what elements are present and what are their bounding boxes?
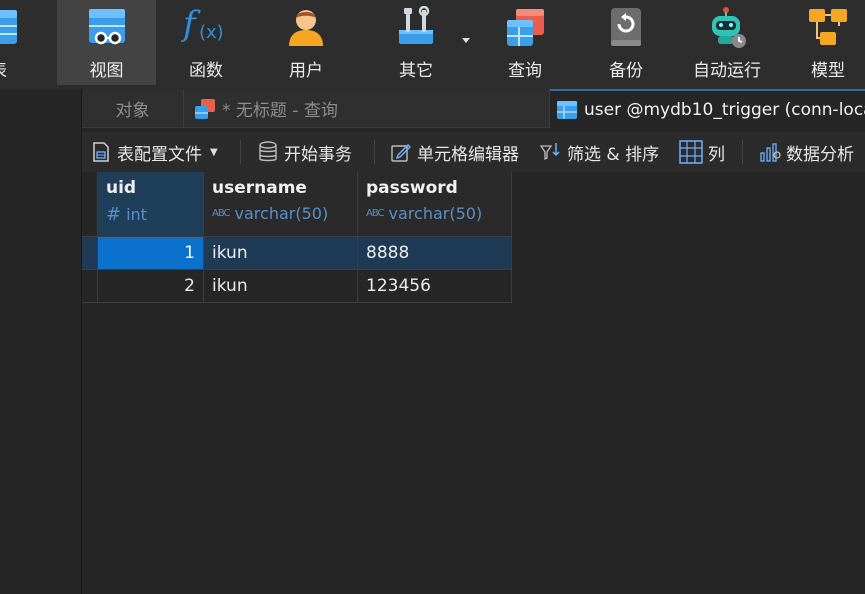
columns-button[interactable]: 列 (679, 132, 725, 172)
row-indicator[interactable] (82, 270, 98, 303)
toolbar-backup-button[interactable]: 备份 (578, 0, 674, 85)
table-row[interactable]: 2 ikun 123456 (82, 270, 512, 303)
tab-objects-label: 对象 (115, 101, 150, 121)
tools-icon (399, 6, 433, 44)
toolbar-automation-label: 自动运行 (693, 61, 761, 81)
data-analysis-label: 数据分析 (786, 144, 854, 165)
toolbar-table-label: 表 (0, 56, 32, 81)
toolbar-view-label: 视图 (89, 61, 124, 81)
column-name: uid (106, 178, 137, 198)
cell-username[interactable]: ikun (204, 270, 358, 303)
column-type: # int (106, 204, 147, 225)
columns-icon (679, 140, 703, 164)
toolbar-backup-label: 备份 (609, 61, 643, 81)
toolbar-view-button[interactable]: 视图 (57, 0, 156, 85)
view-icon (88, 9, 125, 45)
cell-editor-button[interactable]: 单元格编辑器 (390, 132, 519, 172)
profile-button[interactable]: 表配置文件 ▼ (90, 132, 218, 172)
table-row[interactable]: 1 ikun 8888 (82, 237, 512, 270)
tab-query[interactable]: * 无标题 - 查询 (184, 89, 550, 128)
text-type-icon: ABC (212, 208, 230, 219)
column-name: username (212, 178, 307, 198)
function-icon: f (x) (183, 4, 224, 44)
toolbar-other-label: 其它 (399, 61, 433, 81)
tab-table-label: user @mydb10_trigger (conn-local... (584, 99, 865, 120)
filter-sort-button[interactable]: 筛选 & 排序 (540, 132, 659, 172)
toolbar-query-label: 查询 (508, 61, 542, 81)
column-name: password (366, 178, 458, 198)
database-icon (259, 141, 277, 162)
separator (742, 140, 743, 164)
column-type: ABC varchar(50) (366, 204, 483, 223)
column-header-password[interactable]: password ABC varchar(50) (358, 172, 512, 237)
filter-icon (540, 143, 560, 161)
cell-uid[interactable]: 2 (98, 270, 204, 303)
model-icon (809, 9, 847, 45)
cell-uid[interactable]: 1 (98, 237, 204, 270)
column-header-uid[interactable]: uid # int (98, 172, 204, 237)
text-type-icon: ABC (366, 208, 384, 219)
query-icon (507, 9, 544, 46)
tab-bar: 对象 * 无标题 - 查询 user @mydb10_trigger (conn… (82, 89, 865, 128)
tab-query-label: * 无标题 - 查询 (222, 101, 338, 121)
toolbar-function-label: 函数 (189, 61, 223, 81)
profile-dropdown-icon[interactable]: ▼ (210, 147, 218, 158)
begin-transaction-label: 开始事务 (284, 144, 352, 165)
cell-editor-label: 单元格编辑器 (417, 144, 519, 165)
table-icon (0, 10, 17, 44)
query-tab-icon (195, 98, 215, 119)
tab-objects[interactable]: 对象 (82, 89, 184, 128)
filter-sort-label: 筛选 & 排序 (567, 144, 660, 165)
cell-password[interactable]: 123456 (358, 270, 512, 303)
cell-username[interactable]: ikun (204, 237, 358, 270)
toolbar-other-button[interactable]: 其它 (366, 0, 466, 85)
robot-icon (712, 7, 746, 48)
toolbar-user-label: 用户 (289, 61, 323, 81)
toolbar-model-label: 模型 (811, 61, 845, 81)
toolbar-automation-button[interactable]: 自动运行 (680, 0, 774, 85)
column-header-username[interactable]: username ABC varchar(50) (204, 172, 358, 237)
cell-password[interactable]: 8888 (358, 237, 512, 270)
toolbar-query-button[interactable]: 查询 (477, 0, 573, 85)
begin-transaction-button[interactable]: 开始事务 (257, 132, 352, 172)
other-dropdown-icon[interactable] (462, 38, 470, 43)
backup-icon (611, 8, 641, 46)
main-toolbar: 表 视图 f (x) 函数 用户 (0, 0, 865, 89)
row-indicator-header (82, 172, 98, 237)
user-icon (289, 10, 323, 46)
profile-icon (93, 142, 109, 162)
toolbar-function-button[interactable]: f (x) 函数 (158, 0, 254, 85)
chart-icon (760, 143, 781, 162)
tab-table-user[interactable]: user @mydb10_trigger (conn-local... (550, 89, 865, 128)
row-indicator[interactable] (82, 237, 98, 270)
data-analysis-button[interactable]: 数据分析 (759, 132, 854, 172)
separator (374, 140, 375, 164)
table-tab-icon (557, 100, 577, 119)
navigation-panel[interactable] (0, 89, 82, 594)
edit-icon (391, 144, 411, 162)
table-toolbar: 表配置文件 ▼ 开始事务 单元格编辑器 筛选 & 排序 列 数据分析 (82, 132, 865, 172)
toolbar-table-button[interactable]: 表 (0, 0, 32, 85)
separator (240, 140, 241, 164)
number-type-icon: # (106, 204, 122, 225)
columns-label: 列 (708, 144, 725, 165)
toolbar-user-button[interactable]: 用户 (258, 0, 354, 85)
column-type: ABC varchar(50) (212, 204, 329, 223)
profile-label: 表配置文件 (117, 144, 202, 165)
toolbar-model-button[interactable]: 模型 (780, 0, 865, 85)
